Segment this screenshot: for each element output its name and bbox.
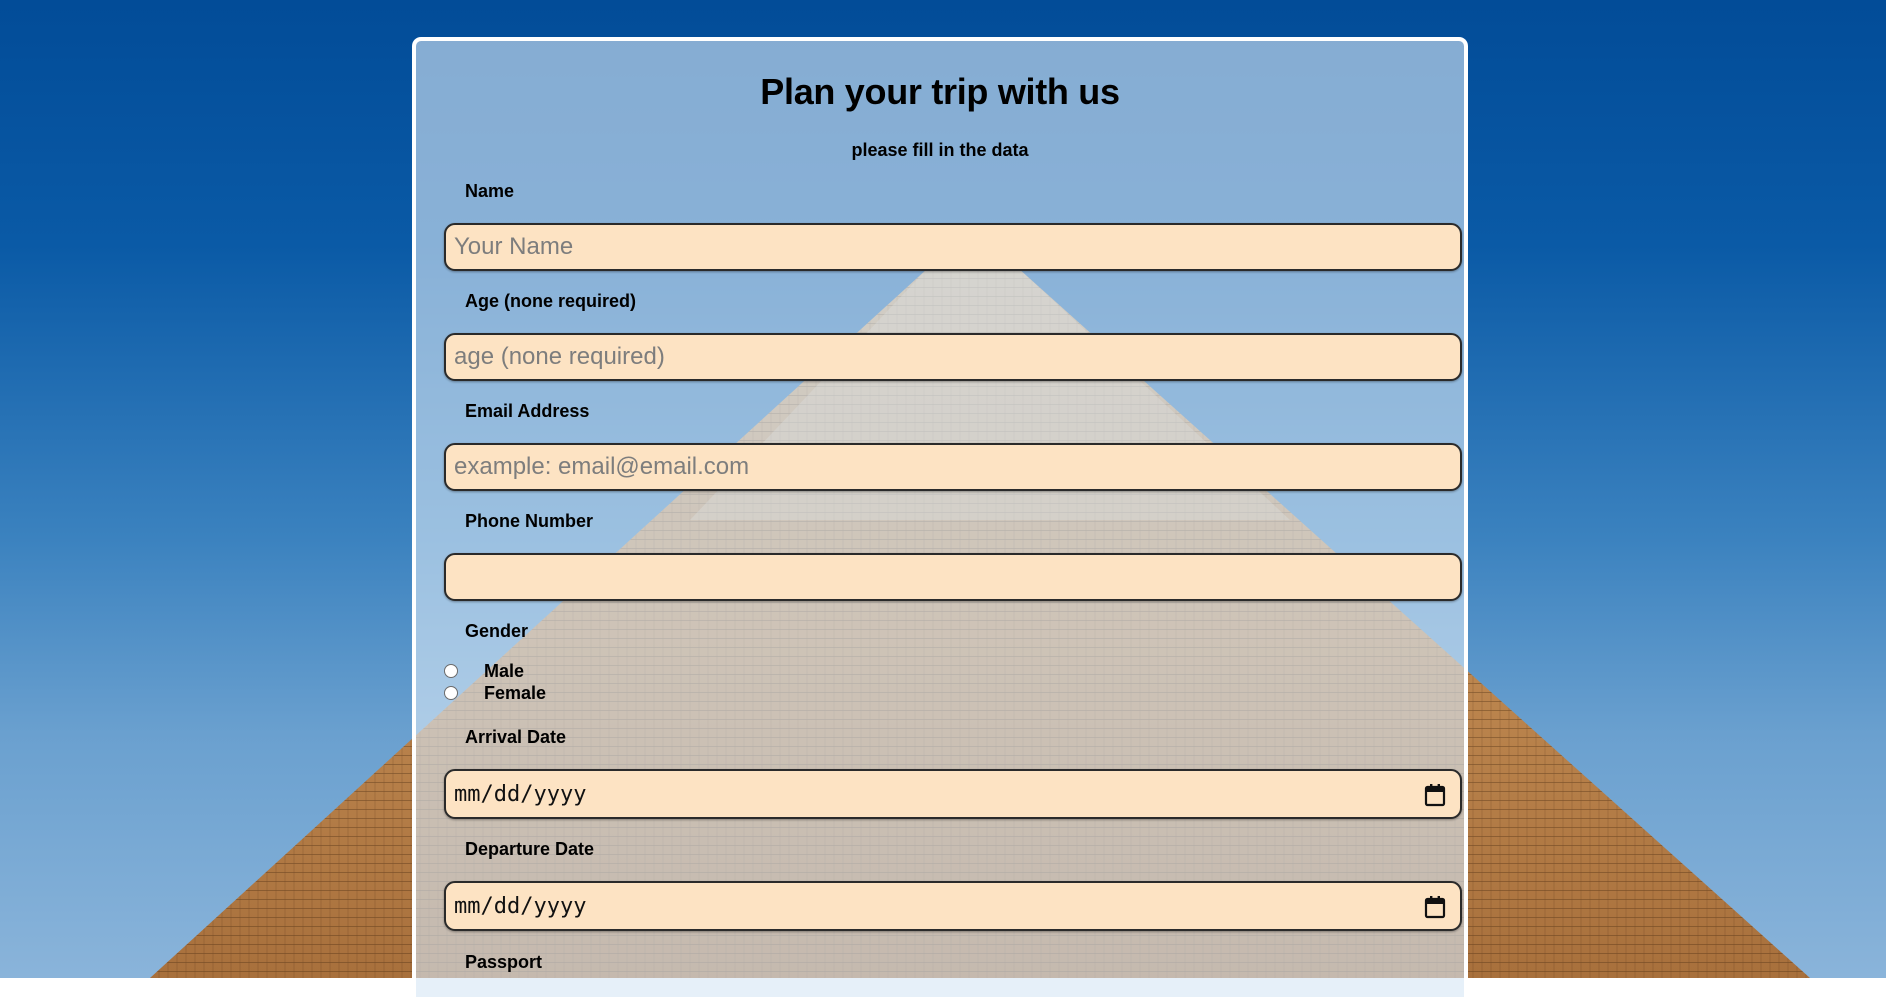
- gender-label: Gender: [465, 621, 529, 641]
- trip-form-card: Plan your trip with us please fill in th…: [412, 37, 1468, 997]
- male-radio[interactable]: [444, 664, 458, 678]
- departure-date-input[interactable]: mm/dd/yyyy: [444, 881, 1462, 931]
- female-radio-label: Female: [484, 683, 547, 703]
- age-label: Age (none required): [465, 291, 637, 311]
- arrival-date-input[interactable]: mm/dd/yyyy: [444, 769, 1462, 819]
- name-input[interactable]: [444, 223, 1462, 271]
- email-input[interactable]: [444, 443, 1462, 491]
- page-title: Plan your trip with us: [760, 71, 1120, 112]
- arrival-date-value: mm/dd/yyyy: [454, 782, 587, 807]
- arrival-date-label: Arrival Date: [465, 727, 567, 747]
- departure-date-label: Departure Date: [465, 839, 595, 859]
- calendar-icon[interactable]: [1424, 895, 1446, 919]
- phone-input[interactable]: [444, 553, 1462, 601]
- calendar-icon[interactable]: [1424, 783, 1446, 807]
- page-subtitle: please fill in the data: [851, 140, 1029, 160]
- phone-label: Phone Number: [465, 511, 594, 531]
- age-input[interactable]: [444, 333, 1462, 381]
- passport-label: Passport: [465, 952, 543, 972]
- male-radio-label: Male: [484, 661, 525, 681]
- name-label: Name: [465, 181, 515, 201]
- email-label: Email Address: [465, 401, 590, 421]
- female-radio[interactable]: [444, 686, 458, 700]
- departure-date-value: mm/dd/yyyy: [454, 894, 587, 919]
